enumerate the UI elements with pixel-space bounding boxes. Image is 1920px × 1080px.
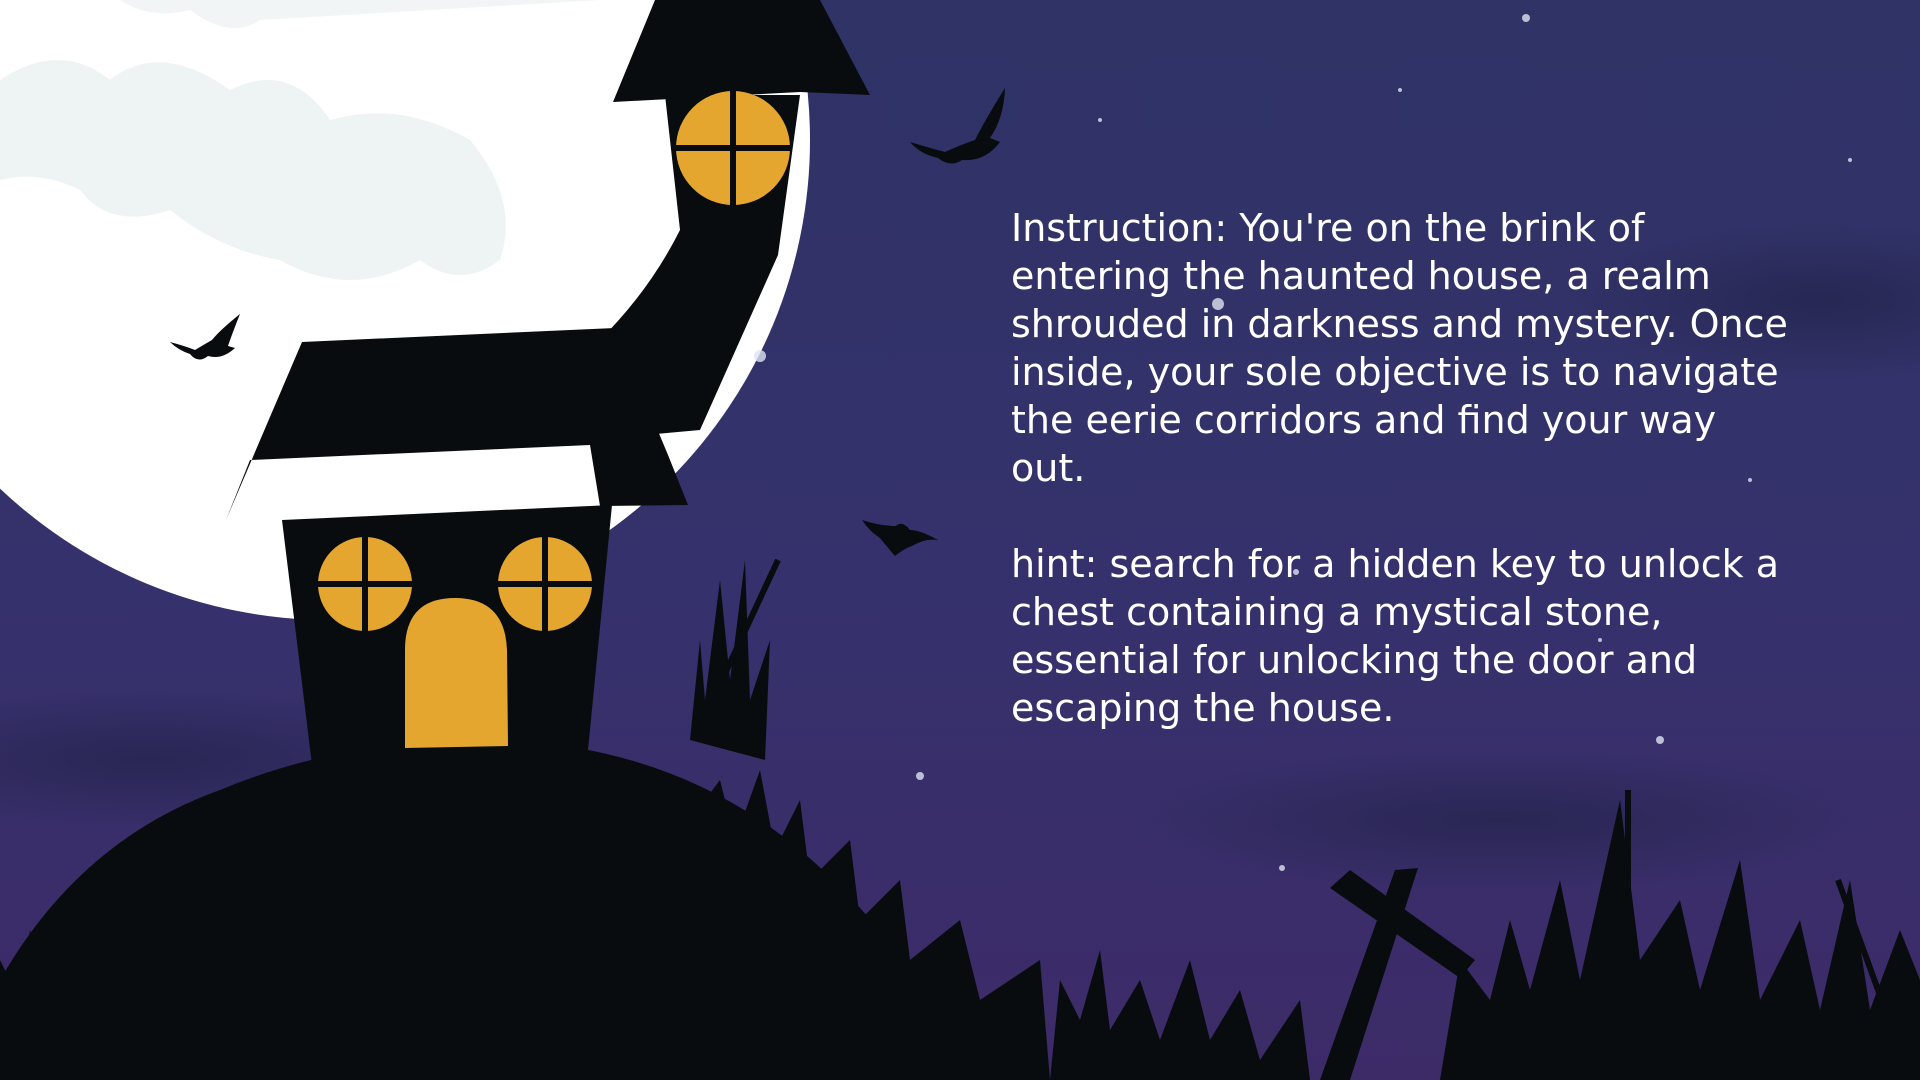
instruction-text: Instruction: You're on the brink of ente… (1011, 206, 1788, 490)
hint-text: hint: search for a hidden key to unlock … (1011, 542, 1792, 730)
door-icon (405, 598, 508, 748)
story-panel: Instruction: You're on the brink of ente… (1011, 204, 1791, 732)
game-scene: Instruction: You're on the brink of ente… (0, 0, 1920, 1080)
fog-cloud (1120, 750, 1880, 890)
